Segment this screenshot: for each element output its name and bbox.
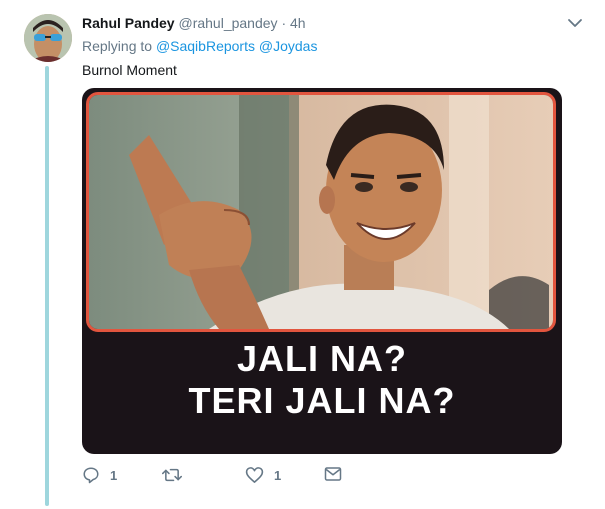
reply-count: 1 xyxy=(110,467,118,483)
tweet[interactable]: Rahul Pandey @rahul_pandey · 4h Replying… xyxy=(0,0,605,509)
caption-line-1: JALI NA? xyxy=(237,338,407,379)
mention-link[interactable]: @SaqibReports xyxy=(156,38,255,54)
caption-line-2: TERI JALI NA? xyxy=(188,380,456,421)
reply-icon xyxy=(83,467,99,484)
meme-caption: JALI NA? TERI JALI NA? xyxy=(82,338,562,422)
display-name[interactable]: Rahul Pandey xyxy=(82,15,175,31)
mention-link[interactable]: @Joydas xyxy=(259,38,318,54)
direct-message-button[interactable] xyxy=(324,466,342,482)
tweet-header: Rahul Pandey @rahul_pandey · 4h xyxy=(82,14,306,32)
avatar[interactable] xyxy=(24,14,72,62)
retweet-icon xyxy=(162,468,182,482)
like-button[interactable]: 1 xyxy=(245,466,281,484)
meme-photo-illustration xyxy=(89,95,553,329)
thread-line xyxy=(45,66,49,506)
heart-icon xyxy=(245,467,264,483)
avatar-photo xyxy=(24,14,72,62)
timestamp[interactable]: 4h xyxy=(290,15,306,31)
replying-to: Replying to @SaqibReports @Joydas xyxy=(82,37,317,55)
like-count: 1 xyxy=(274,467,282,483)
separator-dot: · xyxy=(281,15,287,31)
tweet-text: Burnol Moment xyxy=(82,62,177,78)
replying-to-label: Replying to xyxy=(82,38,153,54)
tweet-actions: 1 1 xyxy=(82,466,562,488)
meme-photo xyxy=(86,92,556,332)
more-replies-indicator xyxy=(82,499,162,509)
user-handle[interactable]: @rahul_pandey xyxy=(178,15,277,31)
tweet-media[interactable]: JALI NA? TERI JALI NA? xyxy=(82,88,562,454)
envelope-icon xyxy=(324,467,342,481)
reply-button[interactable]: 1 xyxy=(82,466,117,484)
retweet-button[interactable] xyxy=(162,466,192,484)
chevron-down-icon[interactable] xyxy=(567,16,583,30)
